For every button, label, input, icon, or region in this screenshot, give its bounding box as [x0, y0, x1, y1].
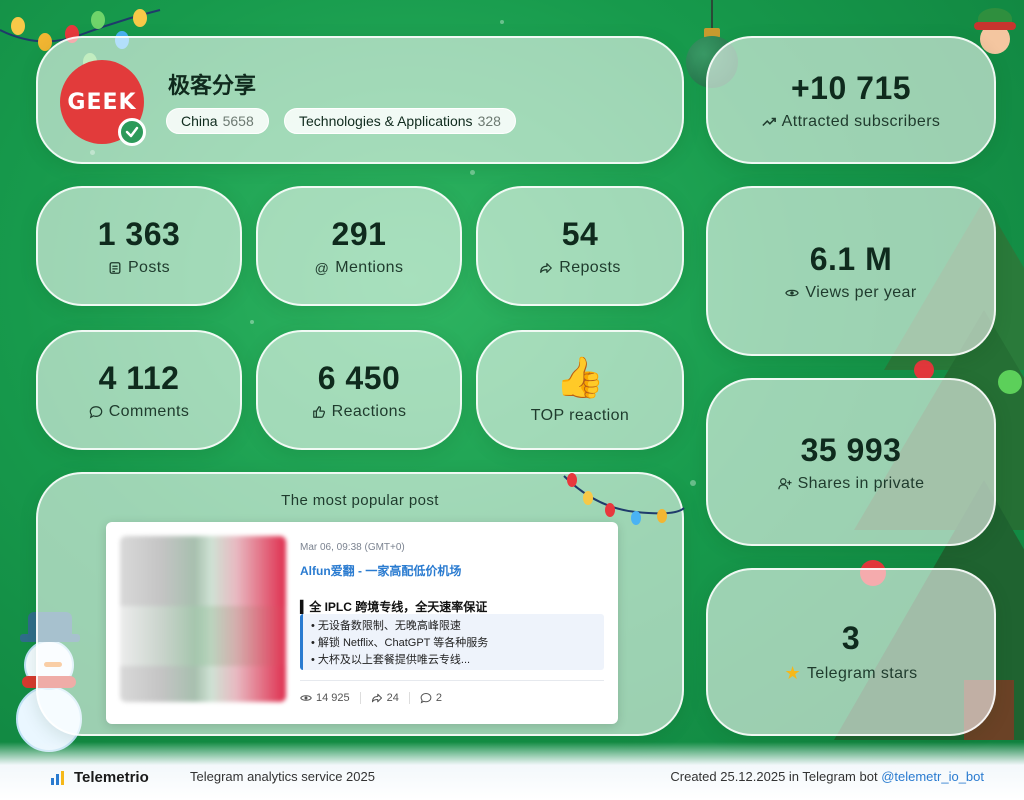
mentions-value: 291: [331, 215, 387, 252]
footer-brand[interactable]: Telemetrio: [50, 769, 149, 786]
stats-separator: [408, 692, 410, 704]
eye-icon: [785, 289, 800, 296]
post-views: 14 925: [300, 692, 350, 704]
views-value: 6.1 M: [809, 240, 893, 277]
top-reaction-label: TOP reaction: [530, 407, 630, 424]
mentions-card: 291 @ Mentions: [256, 186, 462, 306]
snow-dot: [690, 480, 696, 486]
snow-dot: [470, 170, 475, 175]
subscribers-label: Attracted subscribers: [781, 112, 941, 130]
reactions-card: 6 450 Reactions: [256, 330, 462, 450]
stars-label-row: ★ Telegram stars: [784, 663, 917, 684]
footer-created: Created 25.12.2025 in Telegram bot @tele…: [670, 769, 984, 784]
document-icon: [109, 261, 121, 274]
post-bullet: • 大杯及以上套餐提供唯云专线...: [311, 654, 471, 666]
stars-value: 3: [841, 620, 861, 656]
posts-card: 1 363 Posts: [36, 186, 242, 306]
post-date: Mar 06, 09:38 (GMT+0): [300, 542, 405, 553]
popular-post-card: The most popular post Mar 06, 09:38 (GMT…: [36, 472, 685, 736]
reposts-label-row: Reposts: [539, 259, 621, 277]
subscribers-label-row: Attracted subscribers: [761, 112, 941, 131]
mentions-label-row: @ Mentions: [315, 259, 404, 277]
post-headline: ▍全 IPLC 跨境专线，全天速率保证: [300, 600, 488, 614]
post-comments-count: 2: [435, 692, 443, 704]
add-user-icon: [777, 477, 792, 489]
posts-label: Posts: [127, 258, 170, 276]
brand-name: Telemetrio: [74, 769, 149, 786]
comments-card: 4 112 Comments: [36, 330, 242, 450]
subscribers-value: +10 715: [790, 69, 912, 106]
post-bullet: • 解锁 Netflix、ChatGPT 等各种服务: [311, 637, 489, 649]
shares-value: 35 993: [800, 431, 902, 468]
stars-card: 3 ★ Telegram stars: [706, 568, 996, 736]
stats-separator: [359, 692, 361, 704]
channel-header-card: GEEK 极客分享 China 5658 Technologies & Appl…: [36, 36, 684, 164]
reactions-value: 6 450: [317, 359, 401, 396]
bot-link[interactable]: @telemetr_io_bot: [881, 769, 984, 784]
tag-count: 5658: [222, 113, 254, 129]
trend-up-icon: [761, 117, 776, 126]
post-stats-row: 14 925 24 2: [300, 692, 442, 704]
top-reaction-card: 👍 TOP reaction: [476, 330, 684, 450]
reactions-label: Reactions: [331, 402, 407, 420]
footer-service: Telegram analytics service 2025: [190, 769, 375, 784]
reposts-value: 54: [561, 215, 599, 252]
posts-label-row: Posts: [108, 259, 170, 277]
views-label-row: Views per year: [785, 284, 916, 302]
bar-chart-icon: [51, 770, 64, 785]
footer: Telemetrio Telegram analytics service 20…: [0, 742, 1024, 800]
comment-bubble-icon: [89, 405, 103, 418]
share-arrow-icon: [540, 262, 553, 273]
views-card: 6.1 M Views per year: [706, 186, 996, 356]
views-label: Views per year: [805, 283, 917, 301]
reposts-card: 54 Reposts: [476, 186, 684, 306]
comments-label: Comments: [108, 402, 190, 420]
reposts-label: Reposts: [559, 258, 621, 276]
snow-dot: [250, 320, 254, 324]
star-icon: ★: [784, 663, 801, 683]
at-sign-icon: @: [314, 259, 330, 276]
shares-card: 35 993 Shares in private: [706, 378, 996, 546]
comments-value: 4 112: [98, 359, 180, 396]
channel-name: 极客分享: [168, 73, 257, 98]
post-preview[interactable]: Mar 06, 09:38 (GMT+0) Alfun爱翻 - 一家高配低价机场…: [106, 522, 618, 724]
comment-bubble-icon: [420, 692, 432, 704]
shares-label-row: Shares in private: [777, 474, 925, 493]
shares-label: Shares in private: [797, 474, 925, 492]
post-comments: 2: [420, 692, 442, 704]
thumbs-up-emoji-icon: 👍: [555, 356, 605, 400]
stars-label: Telegram stars: [807, 664, 918, 682]
tree-ball-icon: [914, 360, 934, 380]
post-views-count: 14 925: [316, 692, 350, 704]
verified-check-icon: [118, 118, 146, 146]
mentions-label: Mentions: [335, 258, 404, 276]
post-bullet: • 无设备数限制、无晚高峰限速: [311, 620, 461, 632]
tag-chip-category[interactable]: Technologies & Applications 328: [284, 108, 516, 134]
tag-count: 328: [477, 113, 501, 129]
tag-label: China: [181, 113, 218, 129]
post-reposts: 24: [371, 692, 399, 704]
thumbs-up-icon: [312, 405, 325, 418]
ornament-string: [711, 0, 713, 30]
post-divider: [300, 680, 604, 681]
post-reposts-count: 24: [386, 692, 399, 704]
created-text: Created 25.12.2025 in Telegram bot: [670, 769, 878, 784]
snow-dot: [500, 20, 504, 24]
posts-value: 1 363: [97, 215, 181, 252]
comments-label-row: Comments: [89, 403, 190, 421]
reactions-label-row: Reactions: [312, 403, 407, 421]
eye-icon: [300, 695, 312, 701]
tree-ball-icon: [998, 370, 1022, 394]
post-quote-block: • 无设备数限制、无晚高峰限速 • 解锁 Netflix、ChatGPT 等各种…: [300, 614, 604, 670]
tag-label: Technologies & Applications: [299, 113, 473, 129]
share-arrow-icon: [371, 693, 382, 703]
post-link[interactable]: Alfun爱翻 - 一家高配低价机场: [300, 562, 461, 579]
subscribers-card: +10 715 Attracted subscribers: [706, 36, 996, 164]
tag-chip-country[interactable]: China 5658: [166, 108, 269, 134]
channel-logo-text: GEEK: [67, 89, 137, 115]
post-image-blurred: [120, 536, 286, 702]
